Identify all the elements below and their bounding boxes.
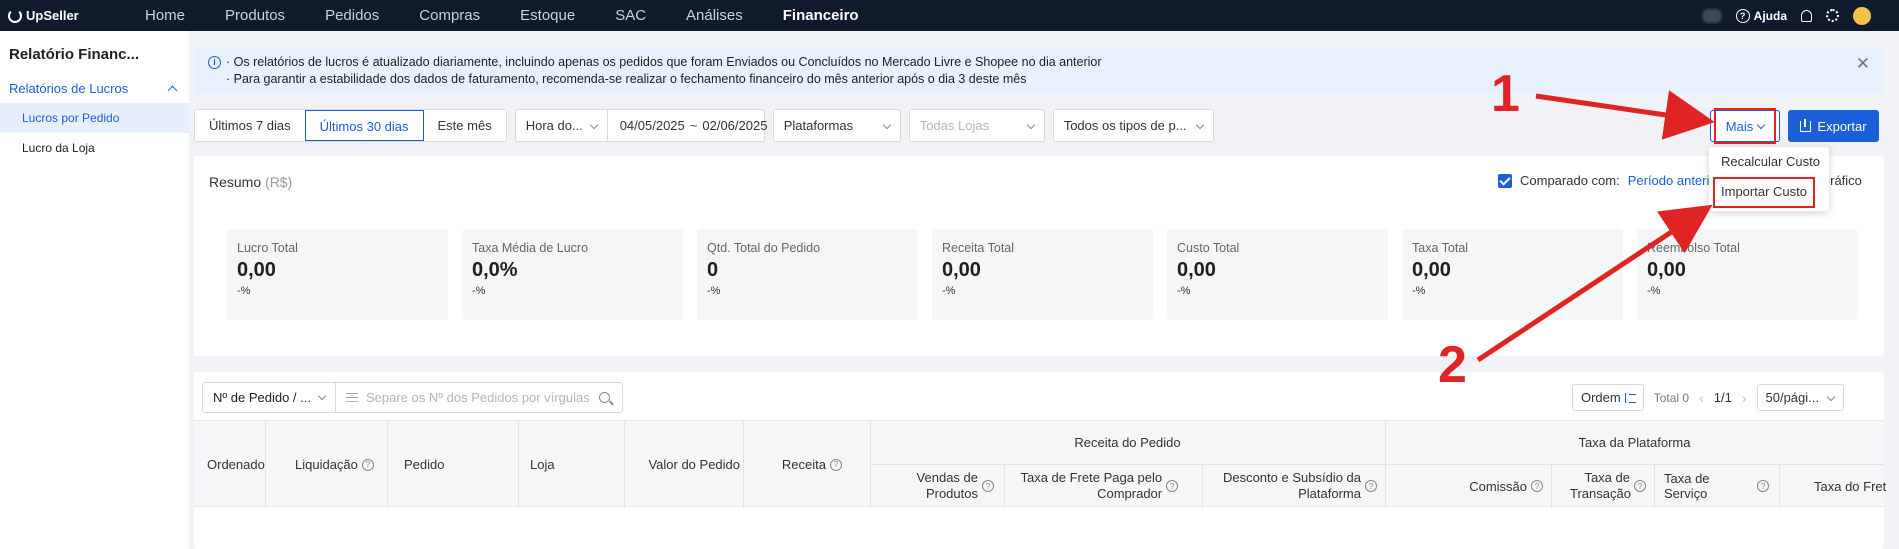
arrow-to-import bbox=[1476, 204, 1713, 363]
annotation-step-1: 1 bbox=[1491, 65, 1520, 123]
arrow-to-more bbox=[1535, 90, 1715, 140]
annotation-arrows bbox=[1476, 90, 1715, 363]
annotation-step-2: 2 bbox=[1438, 336, 1467, 394]
